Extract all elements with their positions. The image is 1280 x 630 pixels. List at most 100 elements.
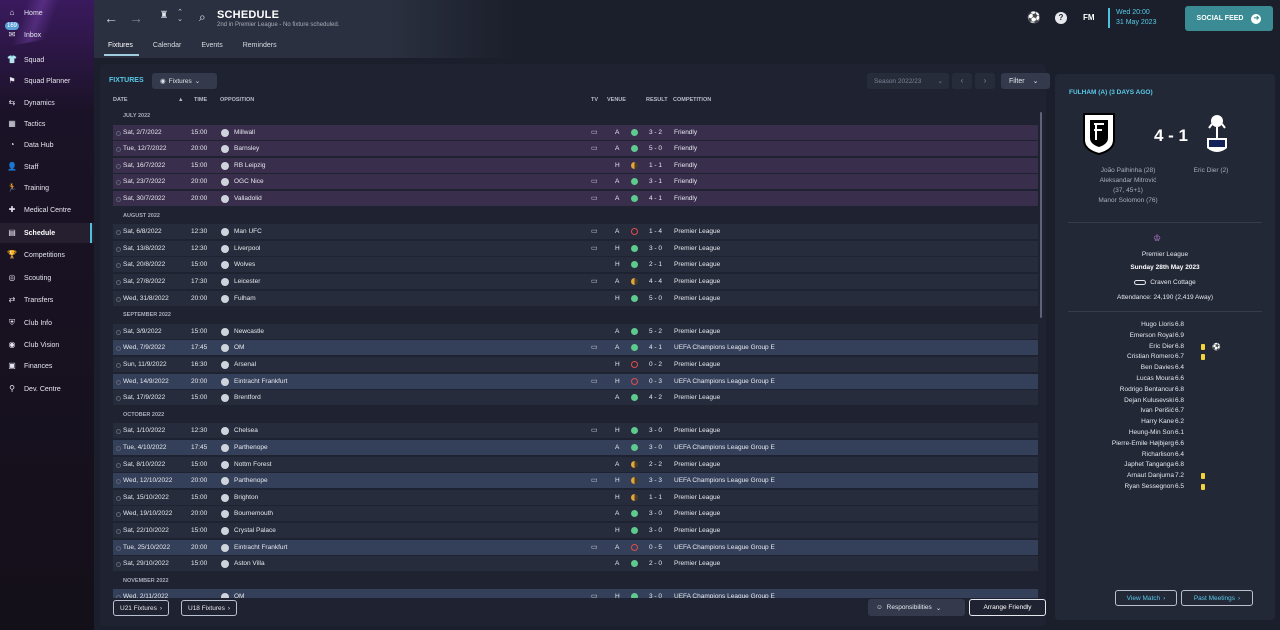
u18-fixtures-button[interactable]: U18 Fixtures › [181, 600, 238, 616]
fixture-result[interactable]: 2 - 1 [649, 261, 662, 268]
fixture-result[interactable]: 3 - 0 [649, 245, 662, 252]
sidebar-item-schedule[interactable]: ▤ Schedule [0, 223, 94, 243]
player-rating-row[interactable]: Pierre-Emile Højbjerg 6.6 [1055, 440, 1275, 451]
player-rating-row[interactable]: Cristian Romero 6.7 [1055, 353, 1275, 364]
select-radio[interactable] [116, 479, 121, 485]
col-header-venue[interactable]: VENUE [607, 97, 626, 103]
fixture-row[interactable]: Sat, 22/10/2022 15:00 Crystal Palace H 3 - 0… [113, 523, 1038, 539]
fixture-opposition[interactable]: Eintracht Frankfurt [234, 378, 287, 385]
fixture-competition[interactable]: Premier League [674, 228, 720, 235]
fixtures-view-dropdown[interactable]: ◉ Fixtures ⌄ [152, 73, 217, 89]
fixture-row[interactable]: Sat, 2/7/2022 15:00 Millwall ▭ A 3 - 2 Friendl… [113, 124, 1038, 141]
tab-events[interactable]: Events [197, 40, 228, 56]
season-dropdown[interactable]: Season 2022/23 ⌄ [867, 73, 949, 89]
fixture-opposition[interactable]: Eintracht Frankfurt [234, 544, 287, 551]
select-radio[interactable] [116, 363, 121, 368]
select-radio[interactable] [116, 429, 121, 435]
fixture-result[interactable]: 1 - 1 [649, 494, 662, 501]
social-feed-button[interactable]: SOCIAL FEED ➜ [1185, 6, 1273, 31]
player-rating-row[interactable]: Dejan Kulusevski 6.8 [1055, 397, 1275, 408]
fixture-result[interactable]: 4 - 4 [649, 278, 662, 285]
select-radio[interactable] [116, 263, 121, 269]
fixture-competition[interactable]: Friendly [674, 195, 697, 202]
past-meetings-button[interactable]: Past Meetings › [1181, 590, 1253, 606]
fixture-row[interactable]: Wed, 14/9/2022 20:00 Eintracht Frankfurt ▭ H… [113, 373, 1038, 390]
select-radio[interactable] [116, 163, 121, 169]
fixture-row[interactable]: Sun, 11/9/2022 16:30 Arsenal H 0 - 2 Premier … [113, 357, 1038, 373]
fixture-row[interactable]: Wed, 31/8/2022 20:00 Fulham H 5 - 0 Premier L… [113, 290, 1038, 307]
fixture-row[interactable]: Sat, 6/8/2022 12:30 Man UFC ▭ A 1 - 4 Premier … [113, 224, 1038, 241]
fixture-opposition[interactable]: Newcastle [234, 328, 264, 335]
fixture-competition[interactable]: Premier League [674, 278, 720, 285]
fixture-competition[interactable]: Premier League [674, 527, 720, 534]
fixture-result[interactable]: 3 - 0 [649, 510, 662, 517]
fixture-row[interactable]: Sat, 29/10/2022 15:00 Aston Villa A 2 - 0 Pre… [113, 556, 1038, 573]
fixture-result[interactable]: 5 - 0 [649, 145, 662, 152]
fixture-result[interactable]: 5 - 2 [649, 328, 662, 335]
next-season-button[interactable]: › [975, 73, 995, 89]
sidebar-item-staff[interactable]: 👤 Staff [0, 157, 94, 177]
select-radio[interactable] [116, 495, 121, 501]
scrollbar[interactable] [1040, 112, 1042, 318]
fixture-result[interactable]: 3 - 2 [649, 129, 662, 136]
fixture-result[interactable]: 1 - 1 [649, 162, 662, 169]
fixture-opposition[interactable]: Chelsea [234, 427, 258, 434]
player-rating-row[interactable]: Hugo Lloris 6.8 [1055, 321, 1275, 332]
fixture-opposition[interactable]: RB Leipzig [234, 162, 265, 169]
player-rating-row[interactable]: Heung-Min Son 6.1 [1055, 429, 1275, 440]
fixture-opposition[interactable]: Liverpool [234, 245, 260, 252]
player-rating-row[interactable]: Richarlison 6.4 [1055, 451, 1275, 462]
fixture-competition[interactable]: Premier League [674, 560, 720, 567]
back-arrow-icon[interactable]: ← [104, 10, 118, 26]
fixture-competition[interactable]: UEFA Champions League Group E [674, 544, 775, 551]
fixture-result[interactable]: 4 - 2 [649, 394, 662, 401]
fixture-opposition[interactable]: Aston Villa [234, 560, 265, 567]
fixture-result[interactable]: 3 - 0 [649, 444, 662, 451]
sidebar-item-tactics[interactable]: ▦ Tactics [0, 114, 94, 134]
select-radio[interactable] [116, 446, 121, 451]
player-rating-row[interactable]: Emerson Royal 6.9 [1055, 332, 1275, 343]
fixture-result[interactable]: 0 - 2 [649, 361, 662, 368]
sidebar-item-inbox[interactable]: ✉ 169 Inbox [0, 22, 94, 45]
sidebar-item-finances[interactable]: ▣ Finances [0, 356, 94, 376]
fixture-competition[interactable]: Friendly [674, 145, 697, 152]
fixture-result[interactable]: 3 - 0 [649, 427, 662, 434]
fixture-row[interactable]: Wed, 7/9/2022 17:45 OM ▭ A 4 - 1 UEFA Champion… [113, 340, 1038, 357]
select-radio[interactable] [116, 512, 121, 518]
fixture-opposition[interactable]: Brentford [234, 394, 261, 401]
filter-button[interactable]: Filter ⌄ [1001, 73, 1050, 89]
fixture-result[interactable]: 3 - 1 [649, 178, 662, 185]
select-radio[interactable] [116, 396, 121, 402]
player-rating-row[interactable]: Ivan Perišić 6.7 [1055, 407, 1275, 418]
fixture-row[interactable]: Wed, 12/10/2022 20:00 Parthenope ▭ H 3 - 3 UEF… [113, 473, 1038, 490]
player-rating-row[interactable]: Rodrigo Bentancur 6.8 [1055, 386, 1275, 397]
fixture-competition[interactable]: Friendly [674, 162, 697, 169]
previous-season-button[interactable]: ‹ [952, 73, 972, 89]
fixture-row[interactable]: Sat, 20/8/2022 15:00 Wolves H 2 - 1 Premier L… [113, 257, 1038, 274]
fixture-opposition[interactable]: Arsenal [234, 361, 256, 368]
select-radio[interactable] [116, 147, 121, 153]
fixture-row[interactable]: Wed, 2/11/2022 OM ▭ H 3 - 0 UEFA Champions Le… [113, 589, 1038, 598]
fixture-row[interactable]: Sat, 17/9/2022 15:00 Brentford A 4 - 2 Premie… [113, 390, 1038, 407]
select-radio[interactable] [116, 280, 121, 285]
fixture-competition[interactable]: Premier League [674, 361, 720, 368]
fixture-competition[interactable]: Premier League [674, 510, 720, 517]
fixture-result[interactable]: 3 - 0 [649, 527, 662, 534]
forward-arrow-icon[interactable]: → [129, 10, 143, 26]
sidebar-item-medical-centre[interactable]: ✚ Medical Centre [0, 200, 94, 220]
current-date[interactable]: Wed 20:00 31 May 2023 [1108, 8, 1156, 28]
fixture-opposition[interactable]: Brighton [234, 494, 258, 501]
fixture-competition[interactable]: Premier League [674, 427, 720, 434]
fixture-result[interactable]: 0 - 3 [649, 378, 662, 385]
player-rating-row[interactable]: Ryan Sessegnon 6.5 [1055, 483, 1275, 494]
select-radio[interactable] [116, 595, 121, 598]
fixture-row[interactable]: Sat, 23/7/2022 20:00 OGC Nice ▭ A 3 - 1 Friend… [113, 174, 1038, 191]
fixture-competition[interactable]: UEFA Champions League Group E [674, 477, 775, 484]
fixture-opposition[interactable]: Parthenope [234, 477, 268, 484]
fixture-row[interactable]: Sat, 27/8/2022 17:30 Leicester ▭ A 4 - 4 Premi… [113, 274, 1038, 290]
fixture-opposition[interactable]: Bournemouth [234, 510, 273, 517]
fixture-row[interactable]: Wed, 19/10/2022 20:00 Bournemouth A 3 - 0 Pre… [113, 506, 1038, 523]
ball-icon[interactable]: ⚽ [1027, 12, 1041, 24]
fixture-row[interactable]: Sat, 3/9/2022 15:00 Newcastle A 5 - 2 Premier… [113, 323, 1038, 340]
select-radio[interactable] [116, 230, 121, 236]
